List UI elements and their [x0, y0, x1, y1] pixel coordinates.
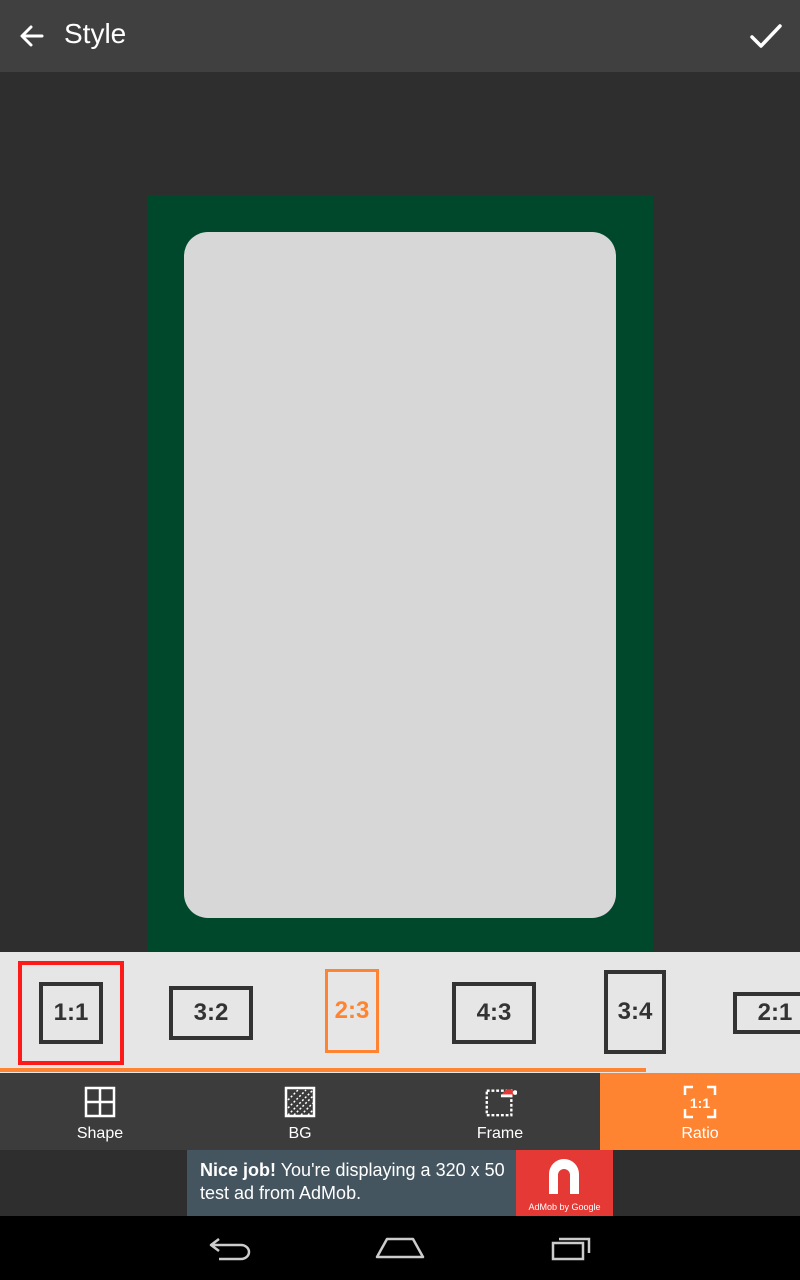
- tab-bar: Shape BG Frame 1:1 Ratio: [0, 1073, 800, 1150]
- ad-text: Nice job! You're displaying a 320 x 50 t…: [187, 1150, 516, 1216]
- ratio-strip: 1:1 3:2 2:3 4:3 3:4 2:1: [0, 952, 800, 1073]
- ad-area: Nice job! You're displaying a 320 x 50 t…: [0, 1150, 800, 1216]
- tab-label: Ratio: [681, 1125, 719, 1142]
- tab-ratio[interactable]: 1:1 Ratio: [600, 1073, 800, 1150]
- app-bar: Style: [0, 0, 800, 72]
- nav-home-icon: [375, 1237, 425, 1259]
- done-button[interactable]: [744, 14, 788, 58]
- nav-home-button[interactable]: [370, 1226, 430, 1270]
- texture-icon: [284, 1086, 316, 1118]
- ratio-option-4-3[interactable]: 4:3: [446, 972, 542, 1054]
- ratio-label: 2:1: [733, 992, 800, 1034]
- tab-shape[interactable]: Shape: [0, 1073, 200, 1150]
- ratio-option-3-4[interactable]: 3:4: [598, 966, 672, 1058]
- admob-icon: [549, 1159, 579, 1194]
- ratio-option-2-1[interactable]: 2:1: [730, 988, 800, 1038]
- ratio-option-2-3[interactable]: 2:3: [312, 966, 392, 1056]
- svg-text:1:1: 1:1: [690, 1095, 710, 1111]
- ratio-label: 1:1: [39, 982, 103, 1044]
- tab-frame[interactable]: Frame: [400, 1073, 600, 1150]
- ratio-label: 4:3: [452, 982, 536, 1044]
- admob-logo: AdMob by Google: [516, 1150, 613, 1216]
- tab-bg[interactable]: BG: [200, 1073, 400, 1150]
- ratio-label: 3:2: [169, 986, 253, 1040]
- ratio-option-3-2[interactable]: 3:2: [158, 972, 264, 1054]
- ratio-label: 2:3: [325, 969, 379, 1053]
- ratio-label: 3:4: [604, 970, 666, 1054]
- page-title: Style: [64, 18, 127, 49]
- nav-recents-button[interactable]: [540, 1226, 600, 1270]
- nav-back-button[interactable]: [200, 1226, 260, 1270]
- tab-label: BG: [288, 1125, 312, 1142]
- tab-label: Frame: [476, 1125, 524, 1142]
- collage-frame: [147, 195, 653, 952]
- photo-cell[interactable]: [184, 232, 616, 918]
- scroll-indicator: [0, 1068, 646, 1072]
- frame-icon: [485, 1089, 517, 1117]
- system-nav-bar: [0, 1216, 800, 1280]
- arrow-left-icon: [20, 25, 44, 47]
- back-button[interactable]: [12, 16, 52, 56]
- tab-label: Shape: [76, 1125, 124, 1142]
- ad-logo-caption: AdMob by Google: [528, 1202, 601, 1212]
- grid-icon: [84, 1086, 116, 1118]
- nav-recents-icon: [551, 1237, 591, 1261]
- canvas-area: [0, 72, 800, 952]
- ad-bold-text: Nice job!: [200, 1160, 277, 1180]
- nav-back-icon: [209, 1238, 251, 1261]
- ratio-icon: 1:1: [683, 1085, 717, 1119]
- ratio-option-1-1[interactable]: 1:1: [18, 961, 124, 1065]
- checkmark-icon: [750, 24, 782, 48]
- ad-banner[interactable]: Nice job! You're displaying a 320 x 50 t…: [187, 1150, 613, 1216]
